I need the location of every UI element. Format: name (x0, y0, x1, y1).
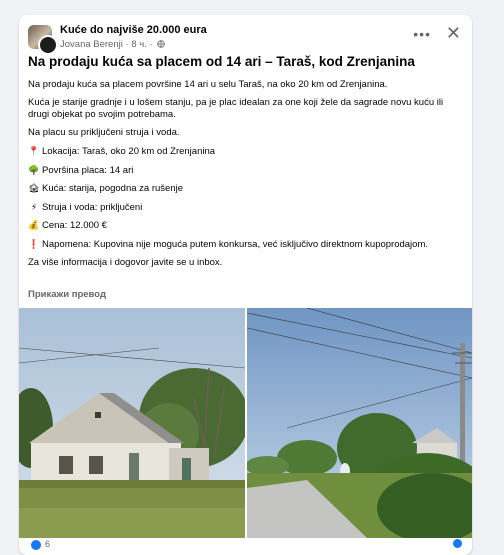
detail-line: ⚡ Struja i voda: priključeni (28, 201, 463, 213)
info-icon[interactable] (453, 539, 462, 548)
post-time-link[interactable]: 8 ч. (131, 39, 147, 50)
group-name-link[interactable]: Kuće do najviše 20.000 eura (60, 24, 207, 36)
author-name-link[interactable]: Jovana Berenji (60, 39, 123, 50)
show-translation-link[interactable]: Прикажи превод (28, 289, 106, 300)
detail-text: Površina placa: 14 ari (42, 164, 134, 176)
reactions-bar: 6 (19, 538, 472, 555)
post-paragraph: Na placu su priključeni struja i voda. (28, 127, 180, 138)
post-meta: Jovana Berenji · 8 ч. · (60, 39, 166, 50)
meta-separator: · (149, 39, 153, 50)
detail-line: 📍 Lokacija: Taraš, oko 20 km od Zrenjanin… (28, 145, 463, 157)
photo-grid (19, 308, 472, 538)
tree-icon: 🌳 (28, 164, 40, 175)
post-paragraph: Na prodaju kuća sa placem površine 14 ar… (28, 79, 388, 90)
reactions-count[interactable]: 6 (45, 539, 50, 549)
meta-separator: · (125, 39, 129, 50)
detail-line: 🌳 Površina placa: 14 ari (28, 164, 463, 176)
detail-line: 💰 Cena: 12.000 € (28, 219, 463, 231)
detail-text: Cena: 12.000 € (42, 220, 107, 232)
detail-text: Kuća: starija, pogodna za rušenje (42, 183, 184, 195)
detail-line: ❗ Napomena: Kupovina nije moguća putem ko… (28, 238, 463, 250)
money-icon: 💰 (28, 220, 40, 231)
detail-text: Struja i voda: priključeni (42, 201, 143, 213)
street-photo-image (247, 308, 472, 538)
close-icon[interactable]: ✕ (446, 23, 461, 44)
house-photo-image (19, 308, 245, 538)
detail-text: Napomena: Kupovina nije moguća putem kon… (42, 238, 429, 250)
detail-line: 🏚 Kuća: starija, pogodna za rušenje (28, 182, 463, 194)
street-photo[interactable] (247, 308, 472, 538)
group-avatar[interactable] (28, 25, 58, 55)
house-photo[interactable] (19, 308, 245, 538)
author-avatar[interactable] (38, 35, 58, 55)
post-paragraph: Kuća je starije gradnje i u lošem stanju… (28, 97, 444, 120)
detail-text: Lokacija: Taraš, oko 20 km od Zrenjanina (42, 146, 216, 157)
exclamation-icon: ❗ (28, 238, 40, 249)
pin-icon: 📍 (28, 146, 40, 156)
post-title: Na prodaju kuća sa placem od 14 ari – Ta… (28, 54, 415, 69)
like-reaction-icon[interactable] (31, 540, 41, 550)
post-header: Kuće do najviše 20.000 eura Jovana Beren… (28, 23, 463, 57)
house-icon: 🏚 (28, 183, 40, 194)
audience-globe-icon (157, 40, 166, 48)
closing-text: Za više informacija i dogovor javite se … (28, 256, 223, 268)
post-card: Kuće do najviše 20.000 eura Jovana Beren… (19, 15, 472, 555)
post-body: Na prodaju kuća sa placem površine 14 ar… (28, 79, 463, 269)
more-options-icon[interactable]: ••• (413, 26, 431, 42)
lightning-icon: ⚡ (30, 201, 38, 212)
